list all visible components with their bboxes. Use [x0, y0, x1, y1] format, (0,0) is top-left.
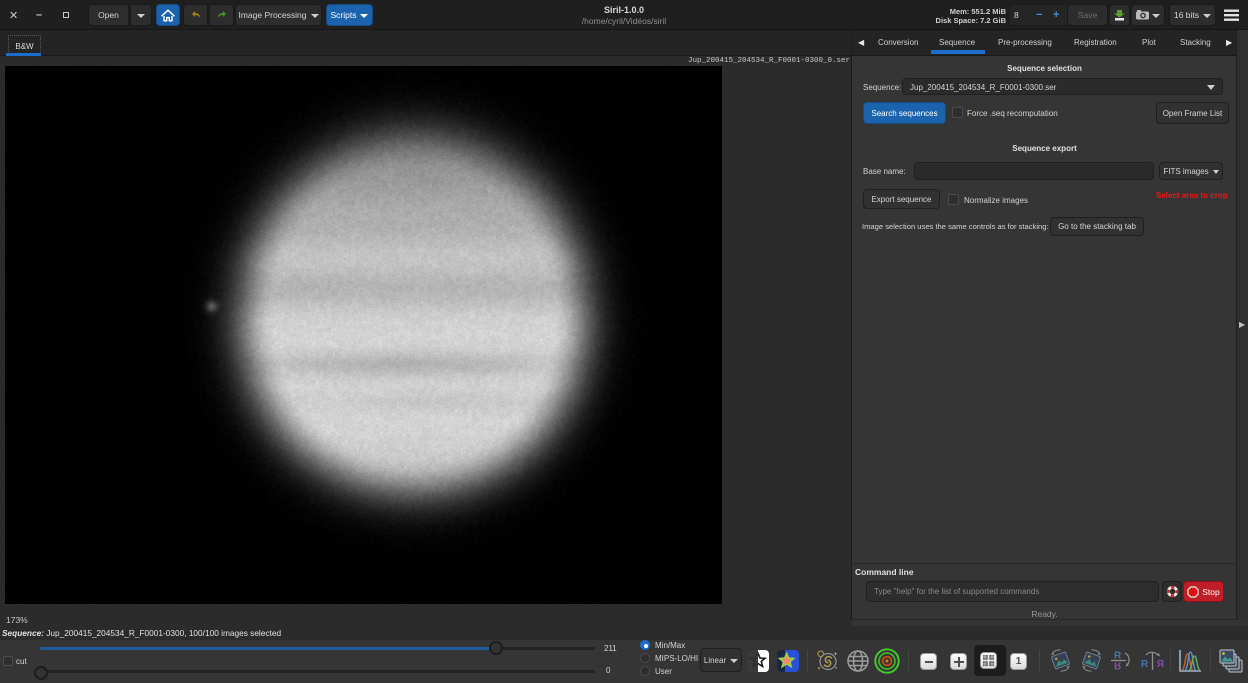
svg-text:R: R [1114, 660, 1122, 671]
svg-text:R: R [1141, 659, 1149, 670]
svg-text:R: R [1156, 659, 1164, 670]
